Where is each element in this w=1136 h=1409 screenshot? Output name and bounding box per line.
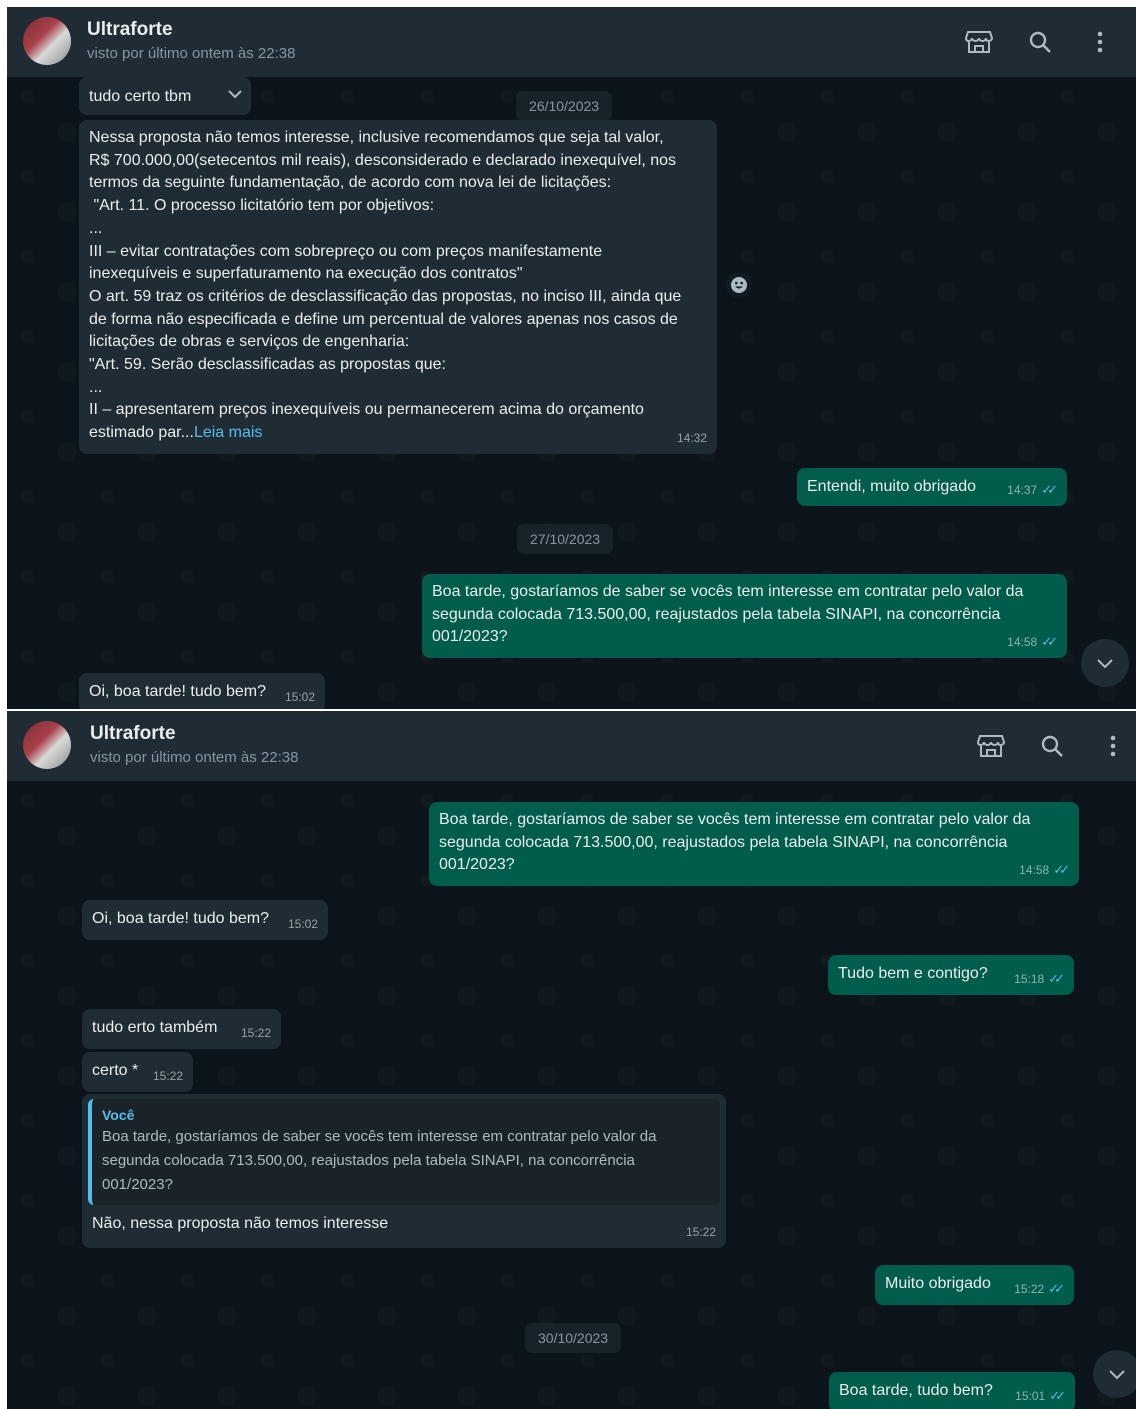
double-check-icon: ✓✓: [1048, 1281, 1065, 1297]
message-outgoing[interactable]: Muito obrigado 15:22 ✓✓: [875, 1265, 1074, 1305]
search-icon[interactable]: [1037, 731, 1067, 761]
message-text: Boa tarde, gostaríamos de saber se vocês…: [432, 583, 1024, 646]
double-check-icon: ✓✓: [1041, 634, 1058, 650]
last-seen-status: visto por último ontem às 22:38: [90, 749, 299, 766]
message-incoming-reply[interactable]: Você Boa tarde, gostaríamos de saber se …: [82, 1094, 726, 1248]
chat-screenshot-1: Ultraforte visto por último ontem às 22:…: [7, 7, 1136, 709]
message-time: 15:22: [686, 1221, 716, 1244]
contact-avatar[interactable]: [23, 721, 71, 769]
message-incoming[interactable]: certo * 15:22: [82, 1052, 193, 1092]
time-text: 15:01: [1015, 1389, 1046, 1404]
double-check-icon: ✓✓: [1048, 971, 1065, 987]
quote-text: Boa tarde, gostaríamos de saber se vocês…: [102, 1128, 657, 1193]
chat-screenshot-2: Ultraforte visto por último ontem às 22:…: [7, 711, 1136, 1409]
message-text: Oi, boa tarde! tudo bem?: [89, 683, 266, 700]
chevron-down-icon: [1097, 659, 1113, 669]
message-incoming[interactable]: Oi, boa tarde! tudo bem? 15:02: [79, 673, 325, 709]
message-time: 14:32: [677, 427, 707, 450]
search-icon[interactable]: [1025, 27, 1055, 57]
message-time: 14:58 ✓✓: [1019, 859, 1070, 882]
message-outgoing[interactable]: Entendi, muito obrigado 14:37 ✓✓: [797, 468, 1067, 506]
time-text: 14:37: [1007, 483, 1038, 498]
message-text: Boa tarde, gostaríamos de saber se vocês…: [439, 811, 1031, 874]
time-text: 15:22: [1014, 1282, 1045, 1297]
time-text: 15:22: [152, 1069, 183, 1084]
message-incoming[interactable]: Oi, boa tarde! tudo bem? 15:02: [82, 900, 328, 940]
quoted-message[interactable]: Você Boa tarde, gostaríamos de saber se …: [88, 1099, 720, 1205]
time-text: 15:22: [685, 1225, 716, 1240]
message-time: 15:01 ✓✓: [1015, 1385, 1066, 1408]
message-outgoing[interactable]: Tudo bem e contigo? 15:18 ✓✓: [828, 955, 1074, 995]
last-seen-status: visto por último ontem às 22:38: [87, 45, 296, 62]
message-time: 15:18 ✓✓: [1014, 968, 1065, 991]
message-time: 14:37 ✓✓: [1007, 479, 1058, 502]
message-time: 14:58 ✓✓: [1007, 631, 1058, 654]
message-outgoing[interactable]: Boa tarde, tudo bem? 15:01 ✓✓: [829, 1372, 1075, 1409]
message-text: tudo erto também: [92, 1019, 218, 1036]
message-text: Oi, boa tarde! tudo bem?: [92, 910, 269, 927]
message-outgoing[interactable]: Boa tarde, gostaríamos de saber se vocês…: [422, 574, 1067, 658]
read-more-link[interactable]: Leia mais: [194, 424, 262, 441]
store-icon[interactable]: [964, 27, 994, 57]
time-text: 15:02: [284, 690, 315, 705]
message-text: Nessa proposta não temos interesse, incl…: [89, 129, 682, 442]
double-check-icon: ✓✓: [1041, 482, 1058, 498]
message-incoming[interactable]: tudo erto também 15:22: [82, 1009, 281, 1049]
time-text: 15:02: [287, 917, 318, 932]
message-time: 15:22: [153, 1065, 183, 1088]
message-time: 15:02: [288, 913, 318, 936]
date-separator: 30/10/2023: [525, 1323, 622, 1353]
message-time: 15:22: [241, 1022, 271, 1045]
message-text: tudo certo tbm: [89, 88, 192, 105]
message-outgoing[interactable]: Boa tarde, gostaríamos de saber se vocês…: [429, 802, 1079, 886]
contact-name[interactable]: Ultraforte: [87, 19, 173, 41]
message-time: 15:02: [285, 686, 315, 709]
contact-avatar[interactable]: [23, 17, 71, 65]
time-text: 15:18: [1014, 972, 1045, 987]
scroll-to-bottom-button[interactable]: [1093, 1350, 1136, 1398]
quote-author: Você: [102, 1107, 135, 1123]
date-separator: 27/10/2023: [517, 524, 614, 554]
store-icon[interactable]: [976, 731, 1006, 761]
time-text: 14:58: [1019, 863, 1050, 878]
double-check-icon: ✓✓: [1049, 1388, 1066, 1404]
message-text: Entendi, muito obrigado: [807, 478, 976, 495]
double-check-icon: ✓✓: [1053, 862, 1070, 878]
time-text: 14:58: [1007, 635, 1038, 650]
message-text: Muito obrigado: [885, 1275, 991, 1292]
kebab-menu-icon[interactable]: [1098, 731, 1128, 761]
contact-name[interactable]: Ultraforte: [90, 723, 176, 745]
message-text: certo *: [92, 1062, 139, 1079]
chat-header[interactable]: Ultraforte visto por último ontem às 22:…: [7, 7, 1136, 77]
time-text: 14:32: [676, 431, 707, 446]
chat-header[interactable]: Ultraforte visto por último ontem às 22:…: [7, 711, 1136, 781]
message-incoming[interactable]: tudo certo tbm: [79, 77, 251, 115]
time-text: 15:22: [240, 1026, 271, 1041]
kebab-menu-icon[interactable]: [1085, 27, 1115, 57]
scroll-to-bottom-button[interactable]: [1081, 639, 1129, 687]
chevron-down-icon[interactable]: [227, 85, 243, 108]
message-incoming-long[interactable]: Nessa proposta não temos interesse, incl…: [79, 120, 717, 454]
chevron-down-icon: [1109, 1370, 1125, 1380]
message-text: Não, nessa proposta não temos interesse: [92, 1215, 389, 1232]
message-text: Tudo bem e contigo?: [838, 965, 988, 982]
message-text: Boa tarde, tudo bem?: [839, 1382, 993, 1399]
emoji-reaction-icon[interactable]: [726, 272, 752, 298]
date-separator: 26/10/2023: [516, 91, 613, 121]
message-time: 15:22 ✓✓: [1014, 1278, 1065, 1301]
